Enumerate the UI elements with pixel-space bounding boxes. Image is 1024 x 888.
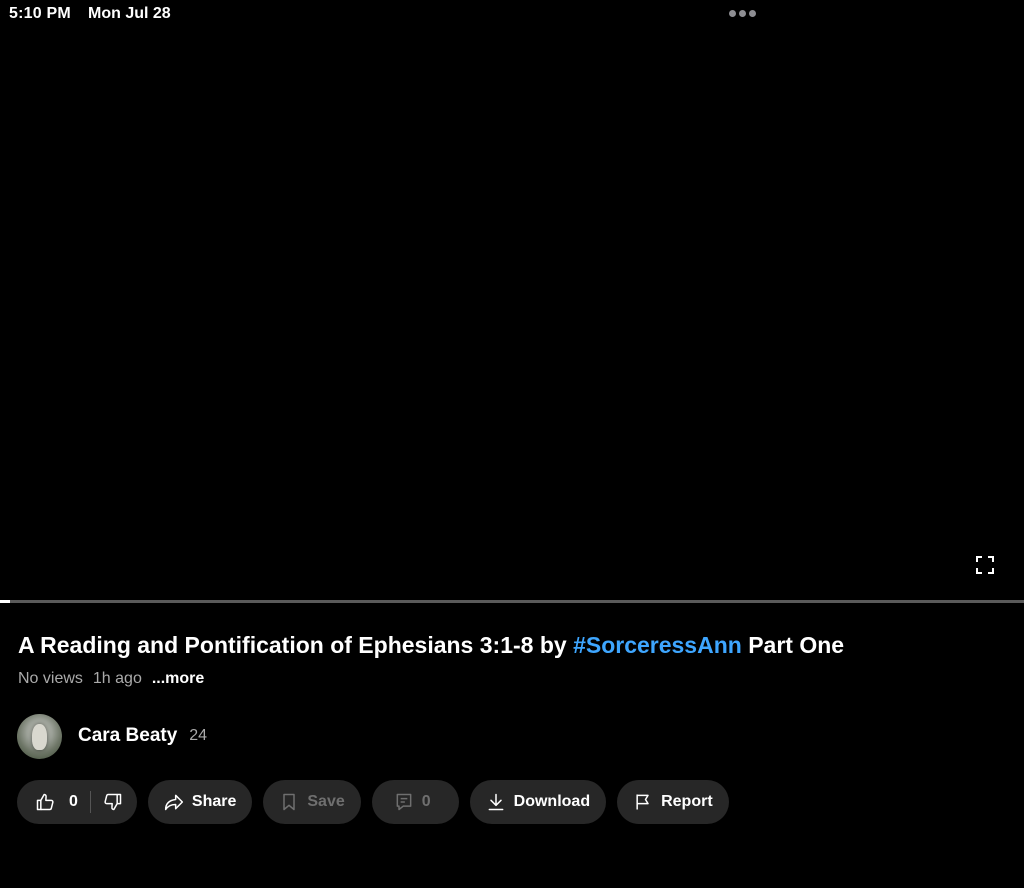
report-label: Report xyxy=(661,793,713,810)
channel-row[interactable]: Cara Beaty 24 xyxy=(17,713,207,759)
status-bar: 5:10 PM Mon Jul 28 xyxy=(0,0,1024,28)
avatar[interactable] xyxy=(17,713,62,759)
video-progress-fill xyxy=(0,600,11,603)
download-button[interactable]: Download xyxy=(469,780,607,824)
video-title-text: A Reading and Pontification of Ephesians… xyxy=(18,632,574,658)
flag-icon xyxy=(636,794,649,810)
report-button[interactable]: Report xyxy=(617,780,729,824)
view-count: No views xyxy=(18,670,83,687)
fullscreen-icon xyxy=(976,556,994,574)
comments-button[interactable]: 0 xyxy=(371,780,459,824)
upload-age: 1h ago xyxy=(92,670,142,687)
share-button[interactable]: Share xyxy=(147,780,253,824)
thumbs-down-icon xyxy=(104,793,122,811)
video-title-suffix: Part One xyxy=(741,632,845,658)
thumbs-up-icon xyxy=(36,793,54,811)
dislike-button[interactable] xyxy=(103,792,123,812)
save-label: Save xyxy=(307,793,345,810)
video-meta: No views 1h ago ...more xyxy=(18,670,204,688)
bookmark-icon xyxy=(283,793,296,811)
share-label: Share xyxy=(191,793,237,810)
action-bar: 0 Share Save 0 Download Report xyxy=(17,780,729,824)
share-icon xyxy=(164,794,183,811)
subscriber-count: 24 xyxy=(189,727,208,744)
video-title-hashtag[interactable]: #SorceressAnn xyxy=(573,632,742,658)
video-player[interactable] xyxy=(0,0,1024,600)
multitask-dots-icon[interactable] xyxy=(729,10,756,17)
comment-count: 0 xyxy=(421,793,431,810)
video-title: A Reading and Pontification of Ephesians… xyxy=(18,630,1008,660)
download-icon xyxy=(488,793,504,811)
download-label: Download xyxy=(513,793,591,810)
more-button[interactable]: ...more xyxy=(152,670,204,688)
comment-icon xyxy=(396,793,412,811)
like-dislike-pill: 0 xyxy=(17,780,137,824)
status-date: Mon Jul 28 xyxy=(88,5,171,22)
status-time: 5:10 PM xyxy=(9,5,71,22)
like-divider xyxy=(89,791,91,813)
channel-name[interactable]: Cara Beaty xyxy=(78,725,177,747)
save-button[interactable]: Save xyxy=(263,780,361,824)
video-progress-bar[interactable] xyxy=(0,600,1024,603)
like-count: 0 xyxy=(69,793,78,810)
fullscreen-button[interactable] xyxy=(975,555,995,575)
like-button[interactable]: 0 xyxy=(35,792,78,812)
